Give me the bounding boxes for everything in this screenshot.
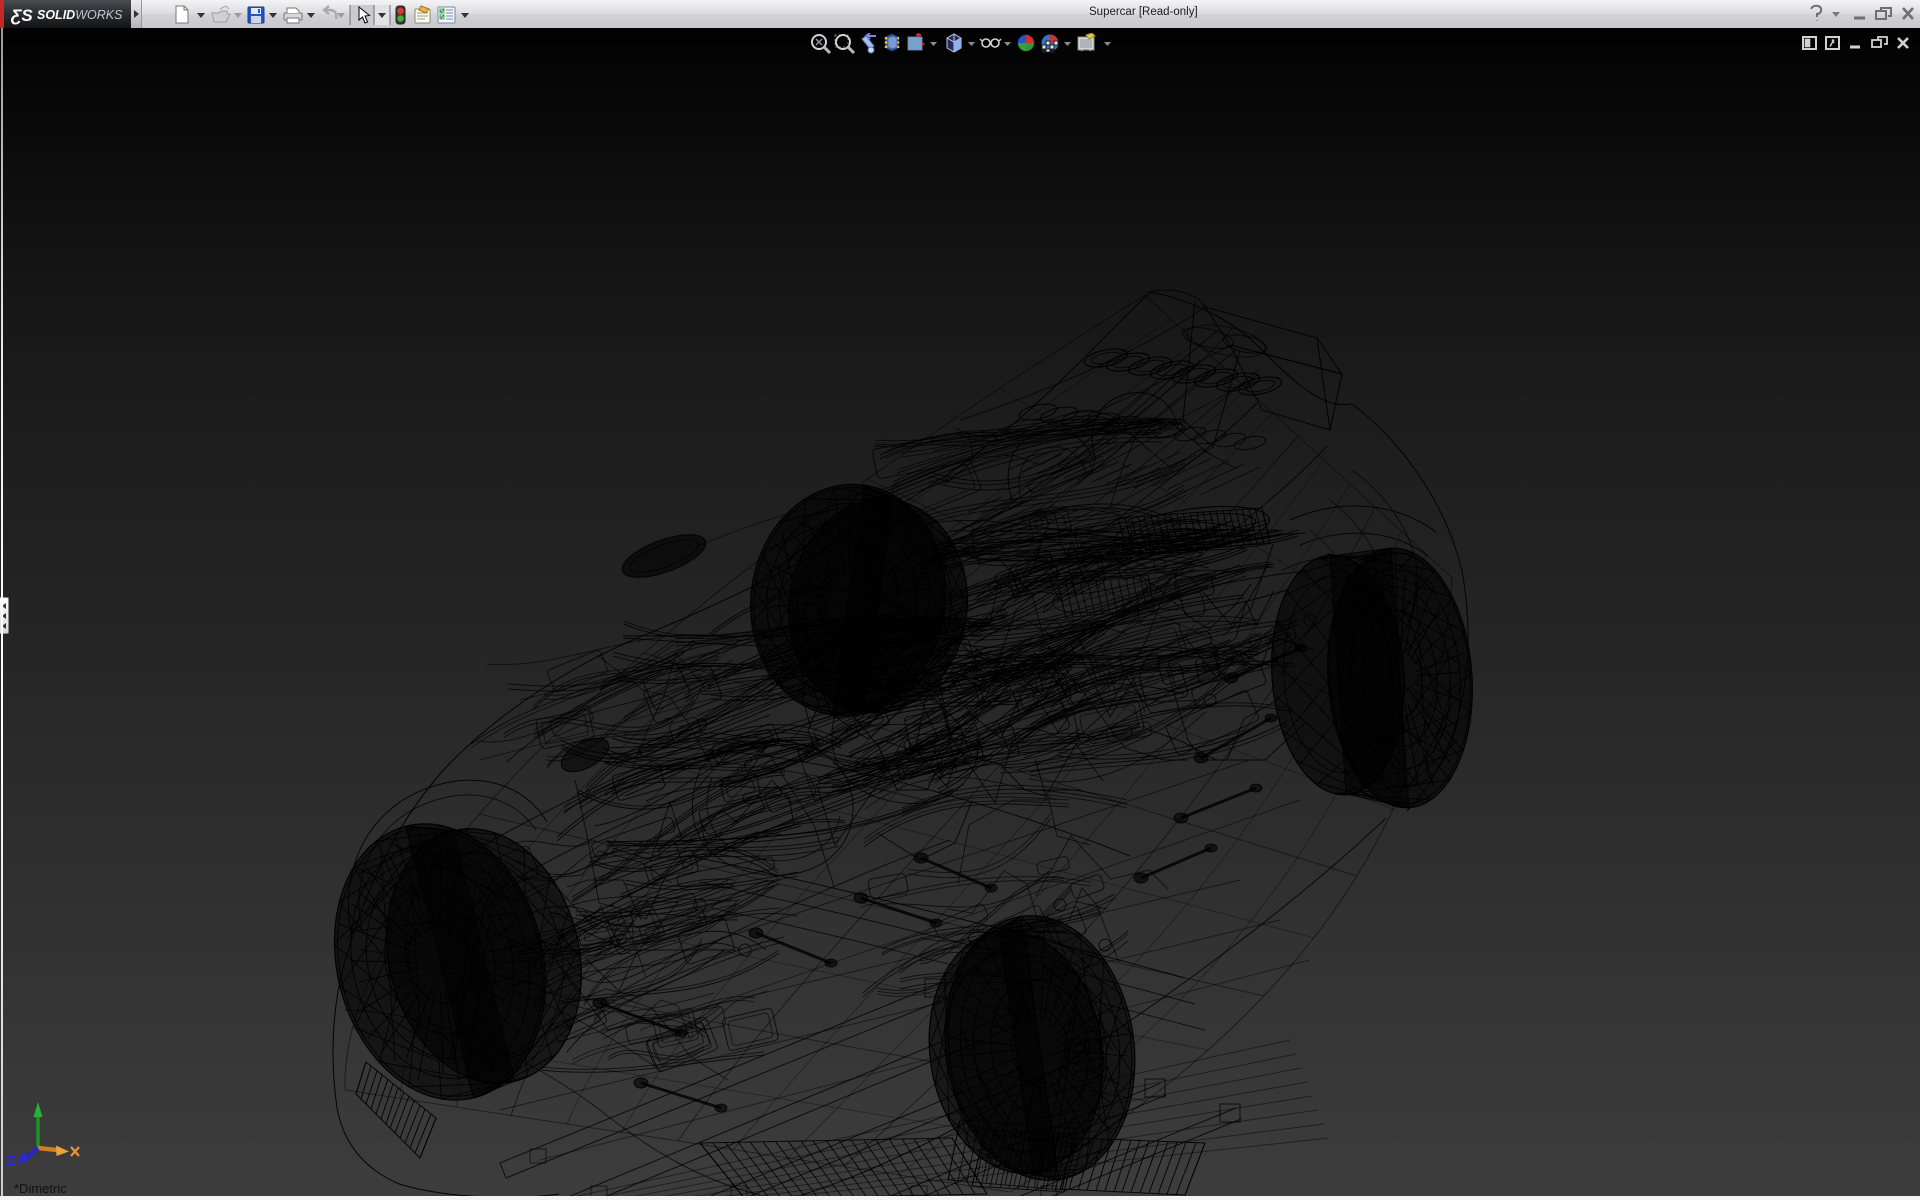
svg-text:SOLIDWORKS: SOLIDWORKS [37, 8, 123, 22]
svg-text:ƸS: ƸS [10, 6, 33, 25]
